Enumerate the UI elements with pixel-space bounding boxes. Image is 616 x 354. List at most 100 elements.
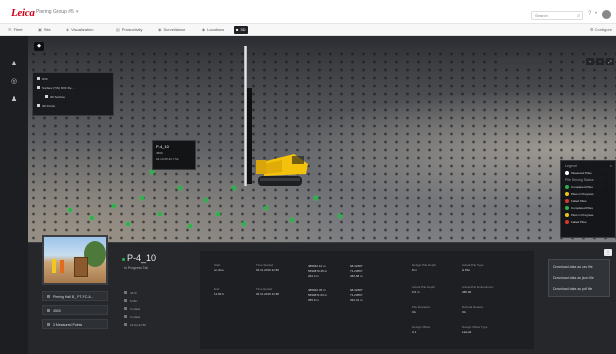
pile-marker[interactable] [216, 212, 220, 216]
prop-pile-type: Actual Pile Type H Pile [462, 263, 484, 272]
pile-marker[interactable] [264, 206, 268, 210]
pile-marker[interactable] [140, 196, 144, 200]
layers-toggle-button[interactable]: ◆ [34, 42, 44, 51]
measured-points-button[interactable]: 3 Measured Points [42, 319, 108, 329]
legend-item: Failed Piles [565, 220, 611, 224]
tab-3d[interactable]: ■ 3D [234, 26, 248, 34]
eye-icon: ◉ [158, 27, 162, 32]
prop-time-ended: Time Ended 03 11 2019 11:58 [256, 287, 279, 296]
pile-marker[interactable] [158, 212, 162, 216]
layer-row[interactable]: 3D Surface [37, 95, 65, 99]
calendar-icon [124, 323, 127, 326]
pile-driver-machine[interactable] [254, 142, 312, 190]
checkbox-icon[interactable] [37, 77, 40, 80]
legend-swatch [565, 171, 569, 175]
more-options-button[interactable]: ⋮ [604, 249, 612, 256]
legend-swatch [565, 220, 569, 224]
pile-plan-button[interactable]: Piering Hall B_ PT-FC-A... [42, 291, 108, 301]
photo-worker [52, 259, 56, 273]
pile-marker[interactable] [150, 170, 154, 174]
legend-item: Completed Piles [565, 206, 611, 210]
pile-marker[interactable] [314, 196, 318, 200]
meta-item: In class [124, 307, 140, 311]
checkbox-icon[interactable] [37, 86, 40, 89]
avatar[interactable] [602, 10, 611, 19]
tooltip-line: 62.10 65.43 7.52 [156, 157, 179, 161]
tab-fleet[interactable]: ☰ Fleet [6, 26, 25, 34]
pile-marker[interactable] [112, 204, 116, 208]
menu-item-download-pdf[interactable]: Download data as pdf file [553, 287, 592, 291]
pile-marker[interactable] [188, 224, 192, 228]
tag-icon [47, 309, 50, 312]
pile-id-button[interactable]: 4500 [42, 305, 108, 315]
layer-row[interactable]: DXF [37, 77, 48, 81]
pile-title: P-4_10 [122, 253, 156, 263]
left-rail: ▲ ◎ ♟ [0, 36, 28, 354]
pile-status: In Progress Tail [124, 266, 149, 270]
prop-refusal: Refusal Reason Ok [462, 305, 484, 314]
project-selector[interactable]: Piering Group #5 ▾ [36, 9, 78, 15]
list-icon: ☰ [8, 27, 12, 32]
pile-marker[interactable] [290, 218, 294, 222]
photo-crate [74, 257, 88, 277]
notifications-icon[interactable]: • [595, 11, 597, 17]
pile-marker[interactable] [68, 208, 72, 212]
checkbox-icon[interactable] [45, 95, 48, 98]
pile-marker[interactable] [232, 186, 236, 190]
person-icon[interactable]: ♟ [10, 96, 18, 104]
search-placeholder: Search [535, 13, 548, 18]
prop-offset-type: Design Offset Type Lateral [462, 325, 488, 334]
photo-worker [60, 260, 64, 273]
configure-button[interactable]: ⚙ Configure [590, 27, 612, 32]
close-icon[interactable]: × [610, 163, 612, 168]
legend-swatch [565, 192, 569, 196]
main-navigation: ☰ Fleet ▣ Site ◈ Visualization ▤ Productivit… [0, 24, 616, 36]
pile-marker[interactable] [338, 214, 342, 218]
pile-marker[interactable] [126, 222, 130, 226]
pile-marker[interactable] [178, 186, 182, 190]
class-icon [124, 315, 127, 318]
fullscreen-button[interactable]: ⤢ [606, 58, 614, 65]
checkbox-icon[interactable] [37, 104, 40, 107]
pile-marker[interactable] [90, 216, 94, 220]
search-input[interactable]: Search ⌕ [531, 11, 583, 20]
legend-swatch [565, 185, 569, 189]
layer-row[interactable]: Surface (TIN) DXF file ... [37, 86, 75, 90]
pile-marker[interactable] [204, 198, 208, 202]
chevron-down-icon: ▾ [75, 9, 79, 15]
prop-heading-start: 68.32487 71.23567 282.68 m [350, 264, 363, 278]
tab-visualization[interactable]: ◈ Visualization [64, 26, 95, 34]
zoom-in-button[interactable]: + [586, 58, 594, 65]
legend-swatch [565, 206, 569, 210]
project-name: Piering Group #5 [36, 9, 74, 15]
class-icon [124, 307, 127, 310]
3d-viewport[interactable]: ◆ DXF Surface (TIN) DXF file ... 3D Surf… [28, 36, 616, 242]
help-icon[interactable]: ? [588, 11, 591, 17]
visualization-icon: ◈ [66, 27, 70, 32]
pile-properties: Start on time End 11:00 h Time Started 03 1… [200, 251, 534, 349]
viewport-search[interactable] [498, 58, 544, 65]
tab-productivity[interactable]: ▤ Productivity [114, 26, 144, 34]
legend-swatch [565, 199, 569, 203]
tab-surveillance[interactable]: ◉ Surveillance [156, 26, 187, 34]
pin-icon: ◆ [202, 27, 206, 32]
prop-deviation: Pile Deviation Ok [412, 305, 431, 314]
mountain-icon[interactable]: ▲ [10, 60, 18, 68]
points-icon [47, 323, 50, 326]
download-menu: Download data as csv file Download data … [548, 259, 610, 297]
menu-item-download-csv[interactable]: Download data as csv file [553, 265, 593, 269]
brand-logo[interactable]: Leica [11, 7, 35, 19]
pile-grid [28, 50, 616, 242]
prop-start: Start on time [214, 263, 224, 272]
zoom-out-button[interactable]: − [596, 58, 604, 65]
legend-panel: × Legend Measured Piles Pile Driving Sta… [560, 160, 616, 238]
tab-site[interactable]: ▣ Site [36, 26, 53, 34]
prop-actual-depth: Actual Pile Depth 6.5 m [412, 285, 436, 294]
prop-coords-start: 485932.12 m 5690870.45 m 262.2 m [308, 264, 328, 278]
layers-icon[interactable]: ◎ [10, 78, 18, 86]
menu-item-download-json[interactable]: Download data as json file [553, 276, 594, 280]
site-photo[interactable] [42, 235, 108, 285]
pile-marker[interactable] [242, 222, 246, 226]
layer-row[interactable]: 3D Points [37, 104, 55, 108]
tab-locations[interactable]: ◆ Locations [200, 26, 226, 34]
